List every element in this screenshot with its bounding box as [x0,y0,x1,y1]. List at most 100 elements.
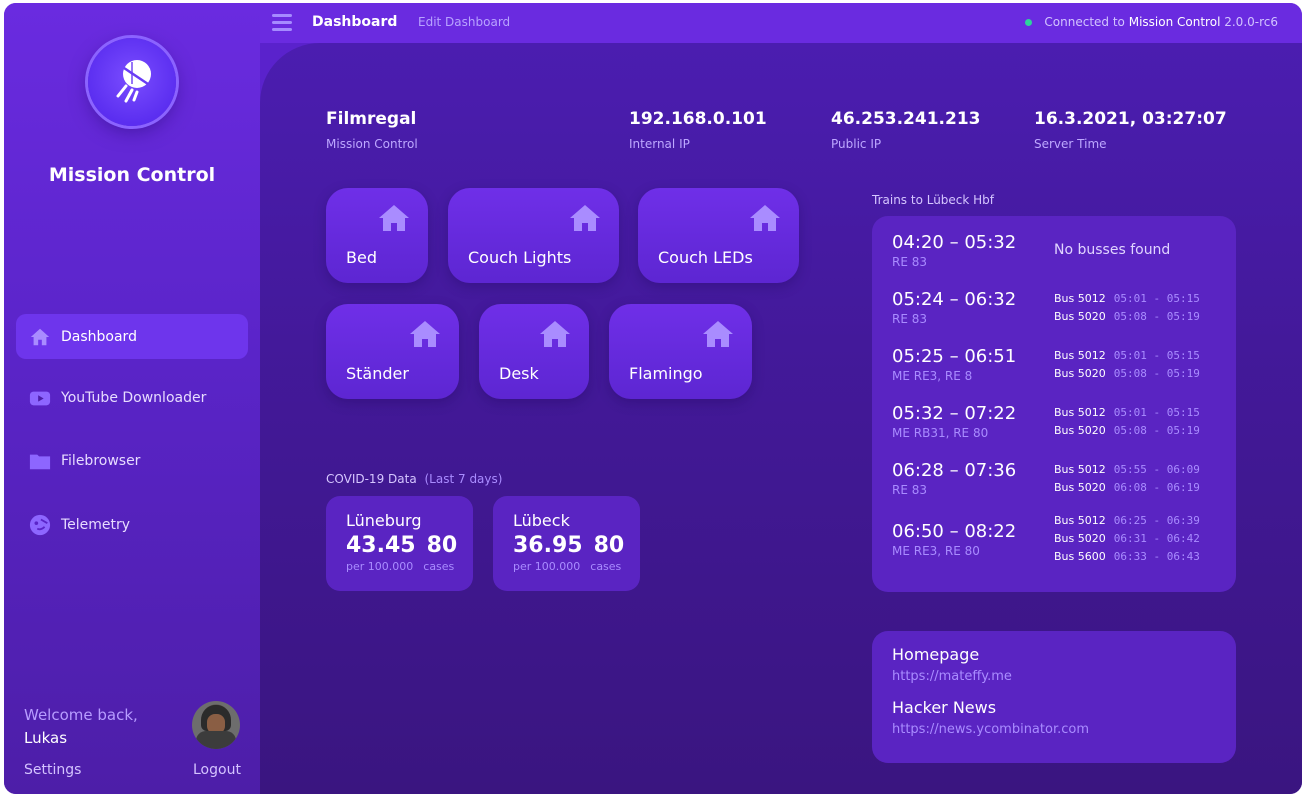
device-name: Ständer [346,364,409,383]
youtube-icon [28,386,52,410]
app-title: Mission Control [48,164,216,186]
app-logo[interactable] [88,38,176,126]
home-icon [750,205,780,231]
link-url-homepage[interactable]: https://mateffy.me [892,669,1216,684]
menu-icon[interactable] [272,14,292,31]
trains-card: 04:20 – 05:32 RE 83 No busses found 05:2… [872,216,1236,592]
bus-item: Bus 5020 06:08 - 06:19 [1054,479,1200,497]
home-icon [570,205,600,231]
link-title-hacker-news: Hacker News [892,698,997,717]
bus-list: Bus 5012 05:01 - 05:15 Bus 5020 05:08 - 05… [1054,290,1200,326]
stat-server-time: 16.3.2021, 03:27:07 Server Time [1034,109,1227,151]
bus-item: Bus 5600 06:33 - 06:43 [1054,548,1200,566]
home-icon [28,325,52,349]
stat-label: Public IP [831,137,882,151]
connection-status: Connected to Mission Control 2.0.0-rc6 [1025,15,1278,29]
device-name: Couch Lights [468,248,572,267]
covid-cases: 80 [426,533,458,558]
stat-internal-ip: 192.168.0.101 Internal IP [629,109,767,151]
welcome-text: Welcome back, [24,706,138,724]
bus-name: Bus 5020 [1054,310,1106,323]
bus-name: Bus 5020 [1054,481,1106,494]
bus-name: Bus 5012 [1054,292,1106,305]
user-name: Lukas [24,729,68,747]
home-icon [410,321,440,347]
trains-title: Trains to Lübeck Hbf [872,193,995,207]
device-tile-staender[interactable]: Ständer [326,304,459,399]
home-icon [703,321,733,347]
connection-name: Mission Control [1128,15,1221,29]
settings-link[interactable]: Settings [24,762,81,778]
links-card: Homepage https://mateffy.me Hacker News … [872,631,1236,763]
tab-edit-dashboard[interactable]: Edit Dashboard [418,15,510,29]
train-row: 05:24 – 06:32 RE 83 Bus 5012 05:01 - 05:1… [892,289,1222,326]
covid-title: COVID-19 Data (Last 7 days) [326,472,502,486]
bus-time: 05:01 - 05:15 [1113,349,1200,362]
bus-item: Bus 5012 05:55 - 06:09 [1054,461,1200,479]
covid-incidence: 43.45 [346,533,416,558]
logout-link[interactable]: Logout [193,762,241,778]
sidebar: Mission Control Dashboard YouTube Downlo… [4,3,260,794]
covid-numbers: 43.45 80 [346,533,473,558]
home-icon [540,321,570,347]
train-row: 05:25 – 06:51 ME RE3, RE 8 Bus 5012 05:01… [892,346,1222,383]
device-name: Flamingo [629,364,703,383]
device-name: Desk [499,364,539,383]
covid-incidence-label: per 100.000 [513,560,581,573]
connection-prefix: Connected to [1044,15,1125,29]
stat-public-ip: 46.253.241.213 Public IP [831,109,981,151]
stat-label: Server Time [1034,137,1107,151]
app-window: Mission Control Dashboard YouTube Downlo… [4,3,1302,794]
covid-numbers: 36.95 80 [513,533,640,558]
train-row: 04:20 – 05:32 RE 83 No busses found [892,232,1222,269]
bus-time: 05:08 - 05:19 [1113,424,1200,437]
device-tile-desk[interactable]: Desk [479,304,589,399]
covid-cases-label: cases [423,560,455,573]
telemetry-icon [28,513,52,537]
bus-list: Bus 5012 05:55 - 06:09 Bus 5020 06:08 - 06… [1054,461,1200,497]
bus-name: Bus 5012 [1054,514,1106,527]
avatar[interactable] [192,701,240,749]
link-url-hacker-news[interactable]: https://news.ycombinator.com [892,722,1216,737]
tab-dashboard[interactable]: Dashboard [312,14,397,30]
bus-time: 05:08 - 05:19 [1113,367,1200,380]
covid-card-lueneburg: Lüneburg 43.45 80 per 100.000 cases [326,496,473,591]
bus-item: Bus 5012 05:01 - 05:15 [1054,347,1200,365]
stat-label: Mission Control [326,137,418,151]
stat-value: Filmregal [326,109,417,129]
stat-label: Internal IP [629,137,690,151]
bus-item: Bus 5020 05:08 - 05:19 [1054,365,1200,383]
bus-time: 06:25 - 06:39 [1113,514,1200,527]
main-content: Filmregal Mission Control 192.168.0.101 … [260,43,1302,794]
stat-hostname: Filmregal Mission Control [326,109,418,151]
bus-time: 06:33 - 06:43 [1113,550,1200,563]
device-tile-flamingo[interactable]: Flamingo [609,304,752,399]
sidebar-item-telemetry[interactable]: Telemetry [16,502,248,547]
bus-time: 05:01 - 05:15 [1113,406,1200,419]
home-icon [379,205,409,231]
train-row: 06:50 – 08:22 ME RE3, RE 80 Bus 5012 06:2… [892,514,1222,563]
device-tile-couch-lights[interactable]: Couch Lights [448,188,619,283]
covid-incidence-label: per 100.000 [346,560,414,573]
sidebar-item-label: Filebrowser [61,452,141,469]
sidebar-item-dashboard[interactable]: Dashboard [16,314,248,359]
bus-list: Bus 5012 05:01 - 05:15 Bus 5020 05:08 - 05… [1054,347,1200,383]
bus-name: Bus 5012 [1054,349,1106,362]
stat-value: 46.253.241.213 [831,109,981,129]
bus-name: Bus 5600 [1054,550,1106,563]
device-tile-bed[interactable]: Bed [326,188,428,283]
covid-city: Lübeck [513,511,570,530]
sidebar-item-youtube-downloader[interactable]: YouTube Downloader [16,375,248,420]
device-tile-couch-leds[interactable]: Couch LEDs [638,188,799,283]
satellite-icon [116,60,151,103]
bus-time: 05:55 - 06:09 [1113,463,1200,476]
covid-labels: per 100.000 cases [346,560,473,573]
covid-subtitle: (Last 7 days) [424,472,503,486]
bus-name: Bus 5020 [1054,532,1106,545]
covid-title-text: COVID-19 Data [326,472,417,486]
covid-labels: per 100.000 cases [513,560,640,573]
device-name: Bed [346,248,377,267]
train-row: 05:32 – 07:22 ME RB31, RE 80 Bus 5012 05:… [892,403,1222,440]
sidebar-item-filebrowser[interactable]: Filebrowser [16,438,248,483]
welcome-message: Welcome back, Lukas [24,704,138,750]
